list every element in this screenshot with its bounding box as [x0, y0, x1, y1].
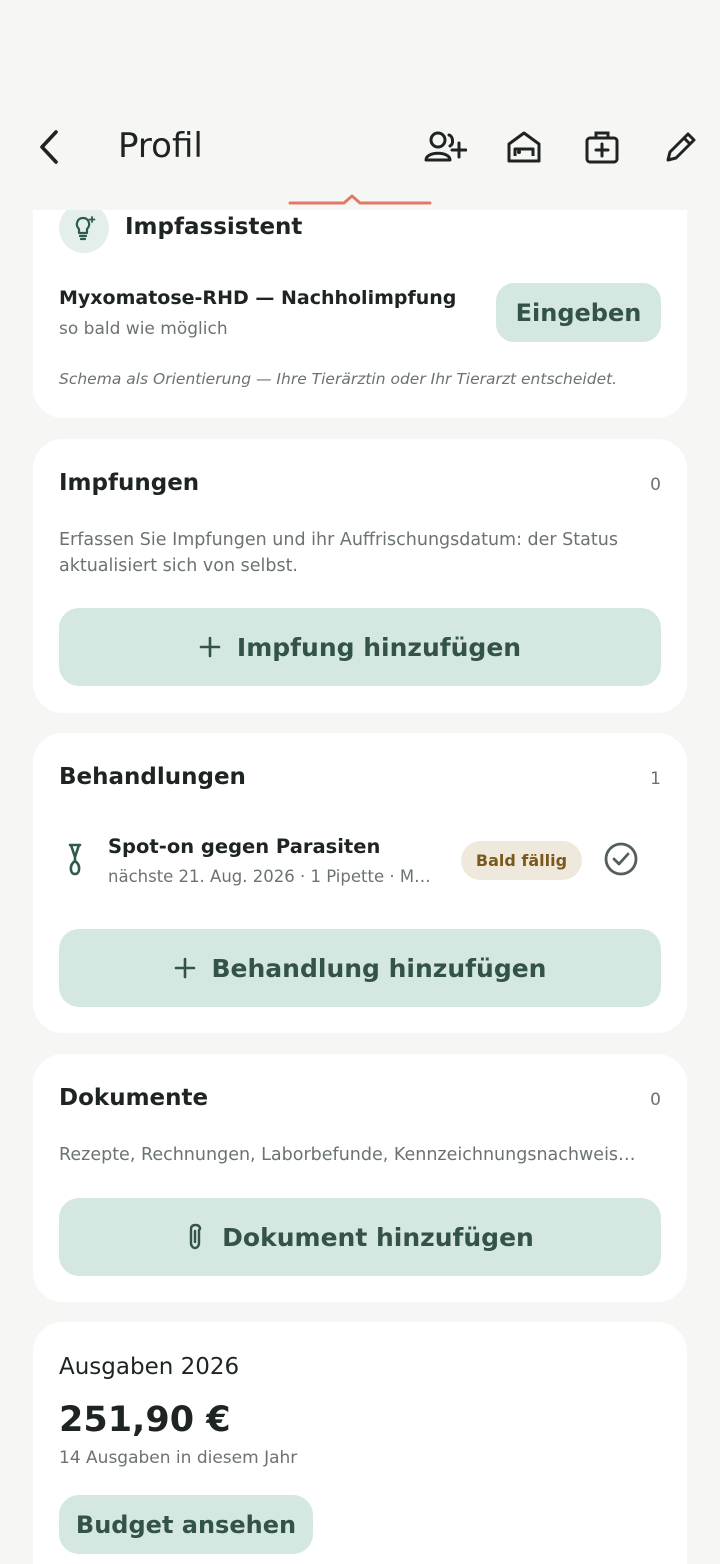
- expenses-title: Ausgaben 2026: [59, 1354, 240, 1380]
- treatment-title: Spot-on gegen Parasiten: [108, 835, 381, 858]
- lightbulb-badge: [59, 203, 109, 253]
- paperclip-icon: [189, 1223, 202, 1250]
- add-person-icon: [424, 131, 467, 162]
- documents-title: Dokumente: [59, 1085, 209, 1111]
- app-header: Profil: [0, 0, 720, 210]
- housing-button[interactable]: [501, 124, 547, 170]
- add-treatment-label: Behandlung hinzufügen: [211, 953, 547, 983]
- edit-pencil-icon: [666, 132, 696, 162]
- plus-icon: [174, 957, 195, 979]
- expenses-subtitle: 14 Ausgaben in diesem Jahr: [59, 1448, 298, 1468]
- edit-button[interactable]: [658, 124, 704, 170]
- lightbulb-icon: [75, 216, 96, 241]
- active-tab-indicator: [288, 194, 432, 205]
- expenses-card: Ausgaben 2026 251,90 € 14 Ausgaben in di…: [33, 1322, 687, 1564]
- page-title: Profil: [118, 126, 203, 166]
- vaccinations-title: Impfungen: [59, 470, 200, 496]
- assistant-title: Impfassistent: [125, 214, 303, 240]
- add-vaccination-label: Impfung hinzufügen: [236, 632, 522, 662]
- home-icon: [507, 131, 541, 163]
- add-vaccination-button[interactable]: Impfung hinzufügen: [59, 608, 661, 686]
- enter-button[interactable]: Eingeben: [496, 283, 661, 342]
- treatments-card: Behandlungen 1 Spot-on gegen Parasiten n…: [33, 733, 687, 1033]
- medical-kit-icon: [585, 131, 619, 164]
- vaccinations-count: 0: [650, 475, 661, 495]
- documents-count: 0: [650, 1090, 661, 1110]
- assistant-note: Schema als Orientierung — Ihre Tierärzti…: [59, 370, 618, 388]
- mark-done-button[interactable]: [603, 841, 639, 877]
- pipette-icon: [68, 843, 82, 876]
- budget-button[interactable]: Budget ansehen: [59, 1495, 313, 1554]
- add-person-button[interactable]: [422, 124, 468, 170]
- back-button[interactable]: [28, 124, 72, 170]
- back-chevron-icon: [40, 130, 58, 164]
- check-circle-icon: [604, 842, 638, 876]
- documents-description: Rezepte, Rechnungen, Laborbefunde, Kennz…: [59, 1145, 636, 1165]
- medical-button[interactable]: [579, 124, 625, 170]
- expenses-amount: 251,90 €: [59, 1400, 231, 1440]
- treatment-subtitle: nächste 21. Aug. 2026 · 1 Pipette · M…: [108, 867, 431, 886]
- assistant-item-subtitle: so bald wie möglich: [59, 319, 228, 339]
- treatments-title: Behandlungen: [59, 764, 246, 790]
- add-document-label: Dokument hinzufügen: [222, 1222, 534, 1252]
- plus-icon: [199, 636, 221, 658]
- documents-card: Dokumente 0 Rezepte, Rechnungen, Laborbe…: [33, 1054, 687, 1302]
- add-document-button[interactable]: Dokument hinzufügen: [59, 1198, 661, 1276]
- treatment-row[interactable]: Spot-on gegen Parasiten nächste 21. Aug.…: [33, 829, 687, 899]
- add-treatment-button[interactable]: Behandlung hinzufügen: [59, 929, 661, 1007]
- treatments-count: 1: [650, 769, 661, 789]
- status-badge: Bald fällig: [461, 841, 582, 880]
- vaccinations-card: Impfungen 0 Erfassen Sie Impfungen und i…: [33, 439, 687, 713]
- assistant-item-title: Myxomatose-RHD — Nachholimpfung: [59, 287, 457, 309]
- vaccinations-description: Erfassen Sie Impfungen und ihr Auffrisch…: [59, 530, 618, 576]
